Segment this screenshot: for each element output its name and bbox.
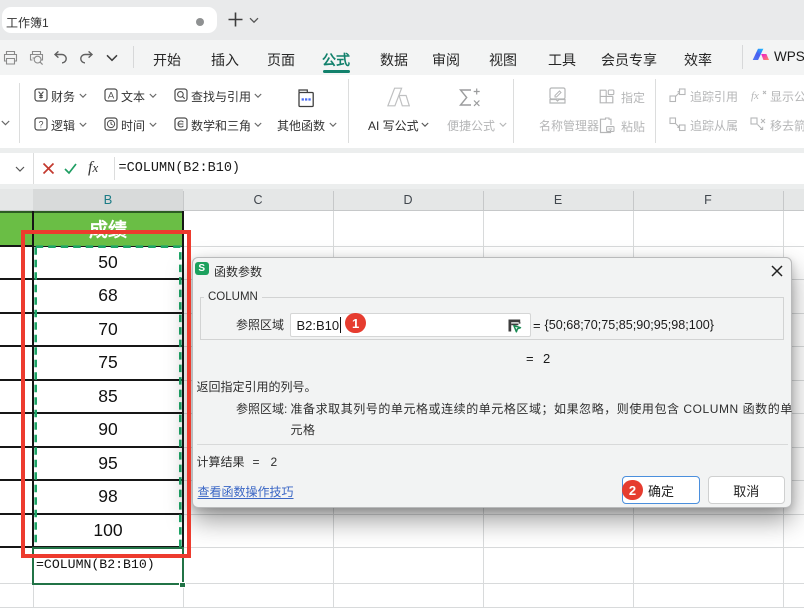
svg-text:fx: fx (751, 90, 759, 102)
svg-text:A: A (108, 91, 115, 102)
svg-text:?: ? (38, 119, 43, 129)
